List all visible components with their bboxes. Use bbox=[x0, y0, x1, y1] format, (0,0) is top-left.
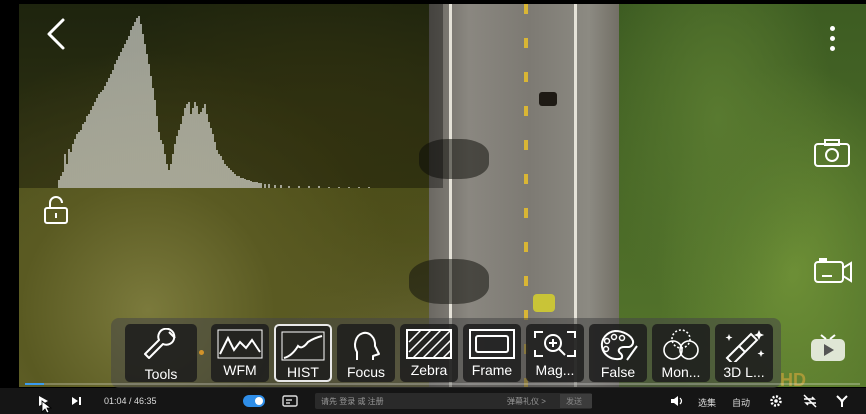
progress-fill bbox=[25, 383, 45, 385]
volume-icon[interactable] bbox=[670, 395, 684, 407]
send-label: 发送 bbox=[566, 397, 582, 406]
record-button[interactable] bbox=[810, 252, 856, 290]
tool-zebra-button[interactable]: Zebra bbox=[400, 324, 458, 382]
player-control-bar: 01:04 / 46:35 请先 登录 或 注册 弹幕礼仪 > 发送 选集 自动 bbox=[0, 388, 866, 414]
tool-label: WFM bbox=[223, 362, 257, 378]
quality-button[interactable]: 自动 bbox=[732, 396, 750, 409]
fullscreen-icon[interactable] bbox=[834, 394, 850, 408]
yellow-vehicle bbox=[533, 294, 555, 312]
tool-label: 3D L... bbox=[723, 364, 765, 380]
lock-button[interactable] bbox=[36, 192, 76, 228]
danmu-toggle[interactable] bbox=[243, 395, 265, 407]
motorcycle bbox=[539, 92, 557, 106]
danmu-hint: 请先 登录 或 注册 bbox=[321, 397, 384, 406]
loop-off-icon[interactable] bbox=[802, 394, 818, 408]
camera-icon bbox=[814, 139, 850, 167]
chevron-left-icon bbox=[47, 18, 65, 50]
tool-hist-button[interactable]: HIST bbox=[274, 324, 332, 382]
more-vertical-icon-dot bbox=[829, 35, 835, 41]
danmu-input[interactable]: 请先 登录 或 注册 弹幕礼仪 > bbox=[315, 393, 592, 409]
send-button[interactable]: 发送 bbox=[560, 394, 592, 408]
histogram-overlay bbox=[19, 4, 443, 188]
magnifier-icon bbox=[534, 331, 576, 357]
frame-icon bbox=[469, 329, 515, 359]
wrench-icon bbox=[144, 328, 176, 359]
danmu-settings-icon[interactable] bbox=[282, 395, 298, 407]
tree-shadow bbox=[409, 259, 489, 304]
tool-monochrome-button[interactable]: Mon... bbox=[652, 324, 710, 382]
tool-wfm-button[interactable]: WFM bbox=[211, 324, 269, 382]
focus-icon bbox=[354, 331, 380, 360]
monochrome-icon bbox=[663, 329, 699, 360]
screenshot-button[interactable] bbox=[810, 134, 854, 172]
magic-wand-icon bbox=[725, 330, 765, 362]
tool-label: False bbox=[600, 364, 636, 380]
tool-false-color-button[interactable]: False bbox=[589, 324, 647, 382]
more-menu-button[interactable] bbox=[818, 20, 846, 56]
tool-focus-button[interactable]: Focus bbox=[337, 324, 395, 382]
episode-select-button[interactable]: 选集 bbox=[698, 396, 716, 409]
lock-open-icon bbox=[44, 196, 68, 224]
tool-label: HIST bbox=[287, 364, 319, 380]
tool-label: Focus bbox=[346, 364, 386, 380]
tool-label: Mon... bbox=[661, 364, 701, 380]
more-vertical-icon-dot bbox=[829, 45, 835, 51]
video-record-icon bbox=[814, 258, 852, 283]
palette-icon bbox=[600, 329, 638, 361]
tv-logo-icon bbox=[811, 334, 845, 361]
next-icon[interactable] bbox=[70, 395, 82, 407]
histogram-chart bbox=[58, 16, 370, 188]
tool-magnify-button[interactable]: Mag... bbox=[526, 324, 584, 382]
mouse-cursor-icon bbox=[41, 400, 52, 414]
tool-3d-lut-button[interactable]: 3D L... bbox=[715, 324, 773, 382]
waveform-icon bbox=[217, 329, 263, 359]
tools-indicator-dot bbox=[199, 350, 204, 355]
time-display: 01:04 / 46:35 bbox=[104, 396, 157, 406]
zebra-icon bbox=[406, 329, 452, 359]
tool-frame-button[interactable]: Frame bbox=[463, 324, 521, 382]
settings-gear-icon[interactable] bbox=[769, 394, 783, 408]
tool-label: Mag... bbox=[535, 362, 575, 378]
more-vertical-icon bbox=[829, 25, 835, 31]
danmu-etiquette-link[interactable]: 弹幕礼仪 > bbox=[507, 396, 546, 407]
tool-tools-button[interactable]: Tools bbox=[125, 324, 197, 382]
tv-logo bbox=[806, 330, 850, 366]
tool-label: Frame bbox=[471, 362, 513, 378]
stage: { "toolbar": { "tools": [ {"label": "Too… bbox=[0, 0, 866, 414]
tool-bar: Tools WFM HIST Focus Zebra Frame Mag... … bbox=[111, 318, 781, 388]
tool-label: Zebra bbox=[410, 362, 448, 378]
tool-label: Tools bbox=[144, 366, 178, 382]
progress-track[interactable] bbox=[25, 383, 860, 385]
back-button[interactable] bbox=[38, 14, 74, 54]
histogram-icon bbox=[281, 331, 325, 361]
